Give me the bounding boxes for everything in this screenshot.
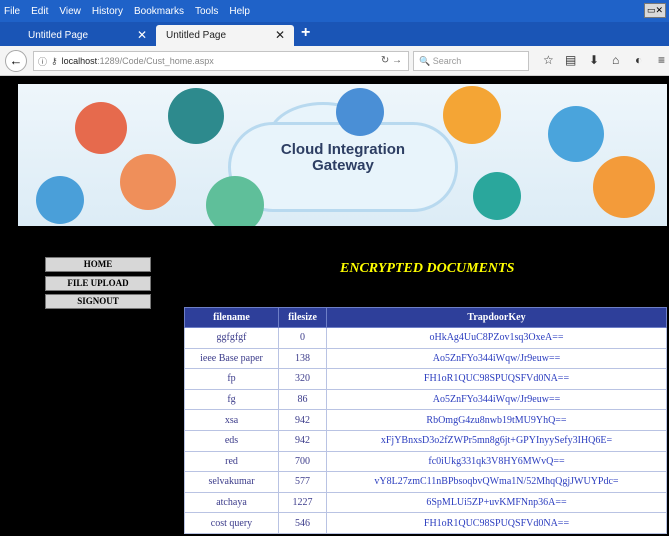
header-banner: Cloud Integration Gateway <box>18 84 667 226</box>
cell-trapdoorkey: vY8L27zmC11nBPbsoqbvQWma1N/52MhqQgjJWUYP… <box>326 471 667 493</box>
tab-untitled-1[interactable]: Untitled Page ✕ <box>18 25 156 46</box>
table-row: selvakumar 577 vY8L27zmC11nBPbsoqbvQWma1N/… <box>184 471 667 493</box>
table-row: eds 942 xFjYBnxsD3o2fZWPr5mn8g6jt+GPYInyyS… <box>184 429 667 452</box>
cell-filename[interactable]: ieee Base paper <box>184 347 279 370</box>
nav-bar: ← ⓘ ⚷ localhost :1289/Code/Cust_home.asp… <box>0 46 669 76</box>
table-row: fg 86 Ao5ZnFYo344iWqw/Jr9euw== <box>184 388 667 411</box>
table-row: ieee Base paper 138 Ao5ZnFYo344iWqw/Jr9euw… <box>184 347 667 370</box>
cell-filesize: 1227 <box>278 491 327 514</box>
close-tab-icon[interactable]: ✕ <box>137 28 147 42</box>
cell-filename[interactable]: atchaya <box>184 491 279 514</box>
table-row: ggfgfgf 0 oHkAg4UuC8PZov1sq3OxeA== <box>184 327 667 349</box>
cell-filesize: 138 <box>278 347 327 370</box>
cell-filename[interactable]: ggfgfgf <box>184 327 279 349</box>
cell-filesize: 700 <box>278 450 327 473</box>
bookmark-star-icon[interactable]: ☆ <box>543 53 554 67</box>
menu-view[interactable]: View <box>59 6 81 17</box>
table-header-row: filename filesize TrapdoorKey <box>184 307 667 328</box>
table-row: fp 320 FH1oR1QUC98SPUQSFVd0NA== <box>184 368 667 390</box>
menu-help[interactable]: Help <box>229 6 250 17</box>
address-bar[interactable]: ⓘ ⚷ localhost :1289/Code/Cust_home.aspx … <box>33 51 409 71</box>
hamburger-menu-icon[interactable]: ≡ <box>658 53 665 67</box>
menu-file[interactable]: File <box>4 6 20 17</box>
gauge-icon <box>120 154 176 210</box>
cell-trapdoorkey: oHkAg4UuC8PZov1sq3OxeA== <box>326 327 667 349</box>
reload-icon[interactable]: ↻ → <box>381 55 402 66</box>
cell-trapdoorkey: RbOmgG4zu8nwb19tMU9YhQ== <box>326 409 667 431</box>
cell-trapdoorkey: 6SpMLUi5ZP+uvKMFNnp36A== <box>326 491 667 514</box>
cell-filesize: 942 <box>278 409 327 431</box>
cell-filesize: 86 <box>278 388 327 411</box>
pocket-icon[interactable]: ◐ <box>635 53 642 67</box>
cell-filesize: 942 <box>278 429 327 452</box>
file-upload-button[interactable]: FILE UPLOAD <box>45 276 151 291</box>
table-row: xsa 942 RbOmgG4zu8nwb19tMU9YhQ== <box>184 409 667 431</box>
settings-icon <box>473 172 521 220</box>
menu-bar: File Edit View History Bookmarks Tools H… <box>0 0 669 22</box>
column-header-filesize: filesize <box>278 307 327 328</box>
column-header-filename: filename <box>184 307 279 328</box>
menu-history[interactable]: History <box>92 6 123 17</box>
cell-trapdoorkey: FH1oR1QUC98SPUQSFVd0NA== <box>326 368 667 390</box>
menu-tools[interactable]: Tools <box>195 6 218 17</box>
banner-title: Cloud Integration Gateway <box>233 142 453 174</box>
cell-filename[interactable]: cost query <box>184 512 279 534</box>
table-row: red 700 fc0iUkg331qk3V8HY6MWvQ== <box>184 450 667 473</box>
cell-filesize: 0 <box>278 327 327 349</box>
documents-table: filename filesize TrapdoorKey ggfgfgf 0 oH… <box>184 307 667 534</box>
cell-trapdoorkey: Ao5ZnFYo344iWqw/Jr9euw== <box>326 388 667 411</box>
cell-trapdoorkey: fc0iUkg331qk3V8HY6MWvQ== <box>326 450 667 473</box>
map-icon <box>336 88 384 136</box>
analytics-icon <box>75 102 127 154</box>
key-icon: ⚷ <box>51 55 58 66</box>
cell-trapdoorkey: FH1oR1QUC98SPUQSFVd0NA== <box>326 512 667 534</box>
cell-filename[interactable]: eds <box>184 429 279 452</box>
close-tab-icon[interactable]: ✕ <box>275 28 285 42</box>
mail-icon <box>593 156 655 218</box>
table-row: atchaya 1227 6SpMLUi5ZP+uvKMFNnp36A== <box>184 491 667 514</box>
cell-filesize: 320 <box>278 368 327 390</box>
home-button[interactable]: HOME <box>45 257 151 272</box>
cell-filename[interactable]: fp <box>184 368 279 390</box>
page-title: ENCRYPTED DOCUMENTS <box>340 261 515 276</box>
banner-title-line1: Cloud Integration <box>280 141 406 158</box>
cell-trapdoorkey: xFjYBnxsD3o2fZWPr5mn8g6jt+GPYInyySefy3IH… <box>326 429 667 452</box>
calendar-icon <box>548 106 604 162</box>
tab-label: Untitled Page <box>28 30 89 41</box>
reading-list-icon[interactable]: ▤ <box>565 53 576 67</box>
window-restore-close-icon[interactable]: ▭✕ <box>644 3 666 18</box>
cell-filesize: 546 <box>278 512 327 534</box>
cell-filename[interactable]: fg <box>184 388 279 411</box>
chart-board-icon <box>443 86 501 144</box>
cell-trapdoorkey: Ao5ZnFYo344iWqw/Jr9euw== <box>326 347 667 370</box>
url-path: :1289/Code/Cust_home.aspx <box>97 56 214 66</box>
tablet-icon <box>168 88 224 144</box>
tab-untitled-2[interactable]: Untitled Page ✕ <box>156 25 294 46</box>
cell-filename[interactable]: selvakumar <box>184 471 279 493</box>
cell-filesize: 577 <box>278 471 327 493</box>
menu-edit[interactable]: Edit <box>31 6 48 17</box>
tab-strip: Untitled Page ✕ Untitled Page ✕ <box>0 22 669 46</box>
column-header-trapdoorkey: TrapdoorKey <box>326 307 667 328</box>
info-icon[interactable]: ⓘ <box>38 55 47 68</box>
menu-bookmarks[interactable]: Bookmarks <box>134 6 184 17</box>
tab-label: Untitled Page <box>166 30 227 41</box>
home-icon[interactable]: ⌂ <box>612 53 619 67</box>
compass-icon <box>36 176 84 224</box>
cell-filename[interactable]: red <box>184 450 279 473</box>
chat-icon <box>206 176 264 226</box>
signout-button[interactable]: SIGNOUT <box>45 294 151 309</box>
new-tab-icon[interactable]: + <box>301 24 310 42</box>
search-input[interactable]: 🔍 Search <box>413 51 529 71</box>
table-row: cost query 546 FH1oR1QUC98SPUQSFVd0NA== <box>184 512 667 534</box>
url-host: localhost <box>61 56 98 66</box>
search-placeholder: Search <box>432 56 462 66</box>
download-icon[interactable]: ⬇ <box>589 53 599 67</box>
cell-filename[interactable]: xsa <box>184 409 279 431</box>
banner-title-line2: Gateway <box>312 157 374 174</box>
back-arrow-icon[interactable]: ← <box>5 50 27 72</box>
